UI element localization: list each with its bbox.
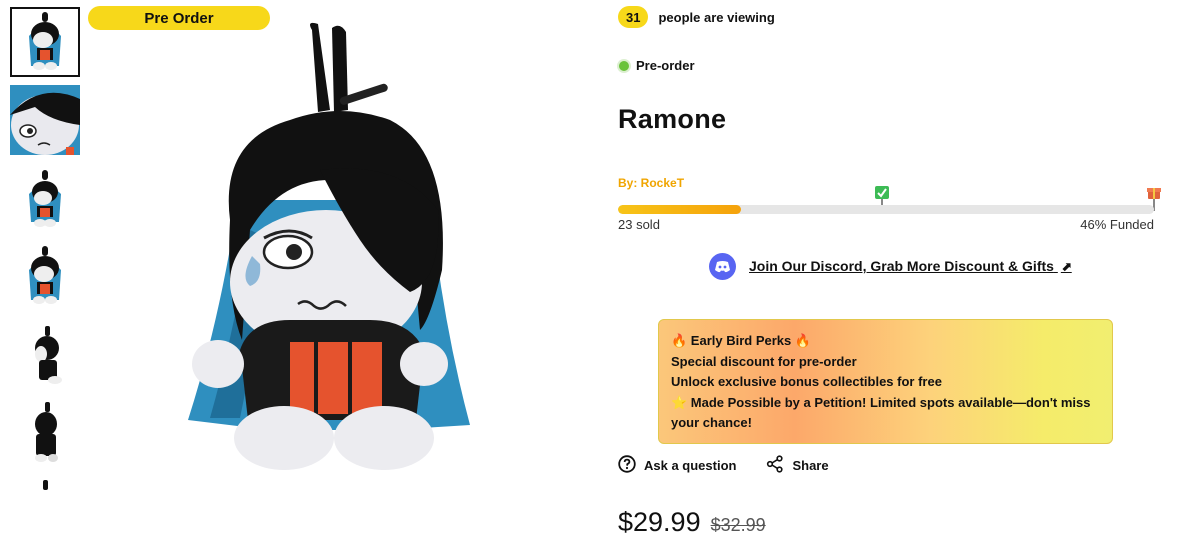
pre-order-badge: Pre Order <box>88 6 270 30</box>
viewer-count-badge: 31 <box>618 6 649 28</box>
current-price: $29.99 <box>618 507 701 537</box>
perks-line: ⭐ Made Possible by a Petition! Limited s… <box>671 394 1091 410</box>
perks-line: your chance! <box>671 415 752 430</box>
status-dot-icon <box>619 60 629 71</box>
original-price: $32.99 <box>710 515 766 535</box>
thumbnail-angle-left[interactable] <box>10 163 80 233</box>
availability-status: Pre-order <box>619 58 695 73</box>
share-icon <box>766 455 784 476</box>
sold-count: 23 sold <box>618 217 660 232</box>
question-circle-icon <box>618 455 636 476</box>
thumbnail-front[interactable] <box>10 7 80 77</box>
discord-link[interactable]: Join Our Discord, Grab More Discount & G… <box>709 253 1072 280</box>
perks-line: Special discount for pre-order <box>671 353 857 369</box>
perks-line: Unlock exclusive bonus collectibles for … <box>671 374 942 389</box>
share-button[interactable]: Share <box>766 455 829 476</box>
funding-progress-fill <box>618 205 742 214</box>
price-block: $29.99 $32.99 <box>618 507 766 538</box>
thumbnail-side[interactable] <box>10 319 80 389</box>
product-title: Ramone <box>618 104 727 134</box>
funded-percent: 46% Funded <box>1080 217 1154 232</box>
discord-link-label: Join Our Discord, Grab More Discount & G… <box>749 258 1054 274</box>
funding-progress-bar <box>618 205 1154 214</box>
perks-heading: 🔥 Early Bird Perks 🔥 <box>671 333 812 348</box>
external-link-arrow-icon: ⬈ <box>1060 259 1072 274</box>
author-link[interactable]: By: RockeT <box>618 176 684 190</box>
share-label: Share <box>792 458 829 473</box>
thumbnail-list[interactable] <box>8 6 82 490</box>
plush-image <box>180 20 480 485</box>
discord-icon <box>709 253 736 280</box>
thumbnail-angle-right[interactable] <box>10 241 80 311</box>
thumbnail-closeup[interactable] <box>10 85 80 155</box>
ask-question-button[interactable]: Ask a question <box>618 455 736 476</box>
product-actions: Ask a question Share <box>618 455 829 476</box>
viewers-label: people are viewing <box>658 9 775 25</box>
thumbnail-back[interactable] <box>10 475 80 490</box>
early-bird-perks-box: 🔥 Early Bird Perks 🔥 Special discount fo… <box>658 319 1113 444</box>
viewers-indicator: 31 people are viewing <box>618 6 775 28</box>
thumbnail-back-angle[interactable] <box>10 397 80 467</box>
status-label: Pre-order <box>636 58 695 73</box>
ask-question-label: Ask a question <box>644 458 737 473</box>
